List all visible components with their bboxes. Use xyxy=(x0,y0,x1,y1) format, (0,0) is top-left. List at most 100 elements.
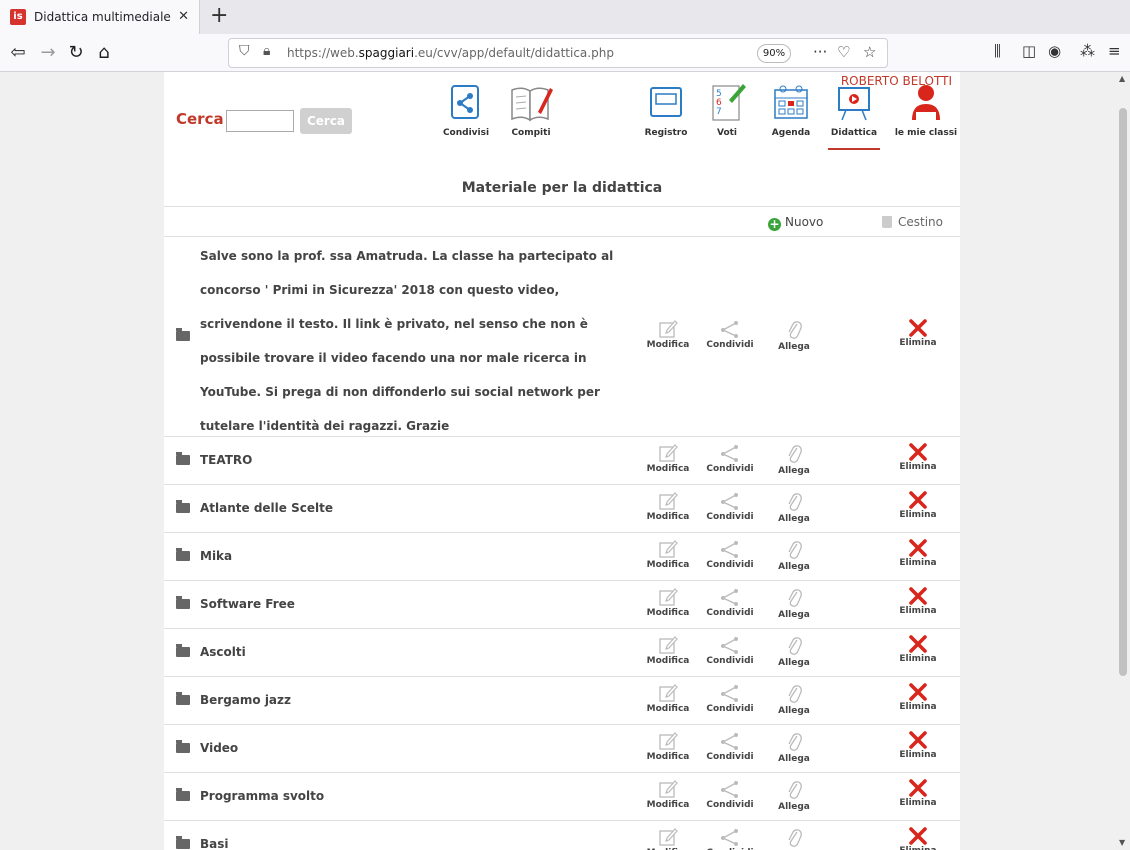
folder-title[interactable]: Video xyxy=(200,741,238,755)
url-bar[interactable]: ⛉ 🔒︎ https://web.spaggiari.eu/cvv/app/de… xyxy=(228,38,888,68)
menu-compiti[interactable]: Compiti xyxy=(502,82,560,150)
edit-button[interactable]: Modifica xyxy=(638,587,698,618)
edit-button[interactable]: Modifica xyxy=(638,827,698,850)
folder-row[interactable]: Atlante delle Scelte Modifica Condividi All… xyxy=(164,485,960,533)
delete-button[interactable]: Elimina xyxy=(888,683,948,712)
edit-button[interactable]: Modifica xyxy=(638,491,698,522)
scroll-down-icon[interactable]: ▼ xyxy=(1119,838,1125,847)
account-icon[interactable]: ◉ xyxy=(1048,42,1061,60)
lock-icon[interactable]: 🔒︎ xyxy=(263,43,270,59)
library-icon[interactable]: ⫼ xyxy=(994,42,1001,60)
folder-row[interactable]: Video Modifica Condividi Allega Elimina xyxy=(164,725,960,773)
menu-le-mie-classi[interactable]: le mie classi xyxy=(894,82,958,150)
share-button[interactable]: Condividi xyxy=(700,443,760,474)
folder-row[interactable]: Ascolti Modifica Condividi Allega Elimina xyxy=(164,629,960,677)
edit-button[interactable]: Modifica xyxy=(638,635,698,666)
folder-title[interactable]: TEATRO xyxy=(200,453,252,467)
pocket-icon[interactable]: ♡ xyxy=(837,43,850,61)
share-button[interactable]: Condividi xyxy=(700,683,760,714)
delete-button[interactable]: Elimina xyxy=(888,827,948,850)
forward-icon[interactable]: → xyxy=(36,41,60,65)
folder-title[interactable]: Salve sono la prof. ssa Amatruda. La cla… xyxy=(200,239,640,443)
trash-button[interactable]: Cestino xyxy=(882,215,943,229)
back-icon[interactable]: ⇦ xyxy=(6,41,30,65)
folder-title[interactable]: Bergamo jazz xyxy=(200,693,291,707)
attach-button[interactable]: Allega xyxy=(764,779,824,812)
share-label: Condividi xyxy=(706,656,754,666)
reload-icon[interactable]: ↻ xyxy=(64,41,88,65)
attach-button[interactable]: Allega xyxy=(764,635,824,668)
home-icon[interactable]: ⌂ xyxy=(92,41,116,65)
scroll-up-icon[interactable]: ▲ xyxy=(1119,74,1125,83)
close-tab-icon[interactable]: ✕ xyxy=(178,9,189,24)
attach-label: Allega xyxy=(778,342,810,352)
folder-title[interactable]: Basi xyxy=(200,837,229,850)
folder-row[interactable]: Mika Modifica Condividi Allega Elimina xyxy=(164,533,960,581)
delete-button[interactable]: Elimina xyxy=(888,587,948,616)
extension-icon[interactable]: ⁂ xyxy=(1080,42,1095,60)
menu-didattica[interactable]: Didattica xyxy=(828,82,880,150)
folder-row[interactable]: Software Free Modifica Condividi Allega Elim… xyxy=(164,581,960,629)
delete-button[interactable]: Elimina xyxy=(888,635,948,664)
delete-button[interactable]: Elimina xyxy=(888,779,948,808)
attach-button[interactable]: Allega xyxy=(764,443,824,476)
share-button[interactable]: Condividi xyxy=(700,779,760,810)
share-button[interactable]: Condividi xyxy=(700,731,760,762)
folder-row[interactable]: Salve sono la prof. ssa Amatruda. La cla… xyxy=(164,237,960,437)
delete-button[interactable]: Elimina xyxy=(888,319,948,348)
delete-label: Elimina xyxy=(899,798,937,808)
attach-button[interactable]: Allega xyxy=(764,587,824,620)
site-favicon-icon: is xyxy=(10,9,26,25)
folder-icon xyxy=(176,328,190,341)
delete-button[interactable]: Elimina xyxy=(888,731,948,760)
folder-row[interactable]: Bergamo jazz Modifica Condividi Allega Elimi… xyxy=(164,677,960,725)
menu-voti[interactable]: 5 6 7 Voti xyxy=(704,82,750,150)
menu-registro[interactable]: Registro xyxy=(640,82,692,150)
zoom-level[interactable]: 90% xyxy=(757,44,791,63)
folder-row[interactable]: Basi ModificaCondividiAllega Elimina xyxy=(164,821,960,850)
sidebar-icon[interactable]: ◫ xyxy=(1022,42,1036,60)
share-button[interactable]: Condividi xyxy=(700,539,760,570)
page-actions-icon[interactable]: ··· xyxy=(813,43,827,61)
folder-title[interactable]: Programma svolto xyxy=(200,789,324,803)
attach-button[interactable]: Allega xyxy=(764,319,824,352)
folder-row[interactable]: TEATRO Modifica Condividi Allega Elimina xyxy=(164,437,960,485)
share-button[interactable]: Condividi xyxy=(700,587,760,618)
scroll-thumb[interactable] xyxy=(1119,108,1127,676)
attach-button[interactable]: Allega xyxy=(764,539,824,572)
folder-title[interactable]: Ascolti xyxy=(200,645,246,659)
edit-button[interactable]: Modifica xyxy=(638,779,698,810)
edit-button[interactable]: Modifica xyxy=(638,319,698,350)
attach-button[interactable]: Allega xyxy=(764,827,824,850)
new-tab-button[interactable]: + xyxy=(210,3,228,28)
delete-button[interactable]: Elimina xyxy=(888,491,948,520)
folder-title[interactable]: Mika xyxy=(200,549,232,563)
bookmark-star-icon[interactable]: ☆ xyxy=(863,43,876,61)
share-button[interactable]: Condividi xyxy=(700,491,760,522)
share-button[interactable]: Condividi xyxy=(700,635,760,666)
attach-button[interactable]: Allega xyxy=(764,683,824,716)
edit-button[interactable]: Modifica xyxy=(638,683,698,714)
edit-button[interactable]: Modifica xyxy=(638,731,698,762)
search-input[interactable] xyxy=(226,110,294,132)
delete-button[interactable]: Elimina xyxy=(888,443,948,472)
folder-title[interactable]: Atlante delle Scelte xyxy=(200,501,333,515)
url-text[interactable]: https://web.spaggiari.eu/cvv/app/default… xyxy=(287,46,614,60)
search-button[interactable]: Cerca xyxy=(300,108,352,134)
edit-button[interactable]: Modifica xyxy=(638,539,698,570)
new-button[interactable]: + Nuovo xyxy=(768,215,823,231)
attach-button[interactable]: Allega xyxy=(764,731,824,764)
edit-button[interactable]: Modifica xyxy=(638,443,698,474)
menu-icon[interactable]: ≡ xyxy=(1108,42,1121,60)
menu-condivisi[interactable]: Condivisi xyxy=(440,82,492,150)
share-button[interactable]: Condividi xyxy=(700,319,760,350)
folder-row[interactable]: Programma svolto Modifica Condividi Allega E… xyxy=(164,773,960,821)
folder-title[interactable]: Software Free xyxy=(200,597,295,611)
browser-tab[interactable]: is Didattica multimediale ✕ xyxy=(0,0,200,34)
delete-button[interactable]: Elimina xyxy=(888,539,948,568)
shield-icon[interactable]: ⛉ xyxy=(239,43,250,59)
share-button[interactable]: Condividi xyxy=(700,827,760,850)
vertical-scrollbar[interactable]: ▲ ▼ xyxy=(1116,72,1130,850)
attach-button[interactable]: Allega xyxy=(764,491,824,524)
menu-agenda[interactable]: Agenda xyxy=(766,82,816,150)
